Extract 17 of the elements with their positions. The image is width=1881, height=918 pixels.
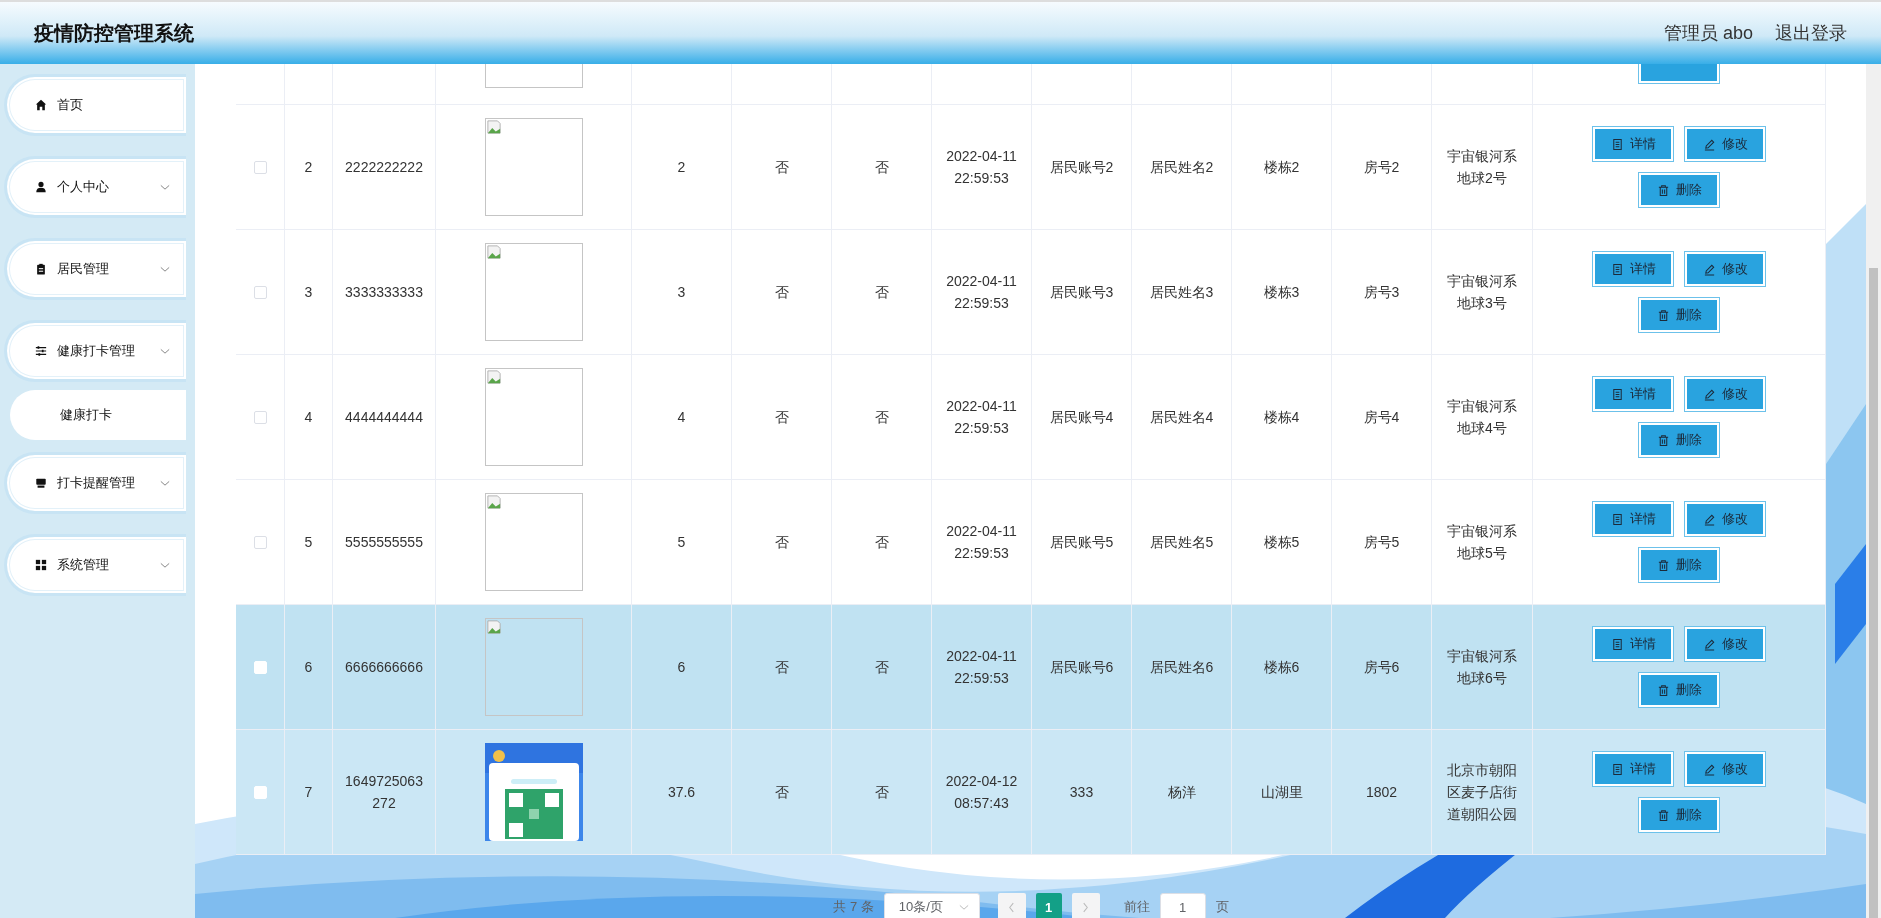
logout-link[interactable]: 退出登录	[1775, 21, 1847, 45]
person-icon	[35, 181, 47, 193]
clipboard-icon	[35, 263, 47, 275]
menu-item[interactable]: 系统管理	[4, 534, 186, 596]
app-title: 疫情防控管理系统	[34, 20, 194, 46]
menu-item[interactable]: 打卡提醒管理	[4, 452, 186, 514]
menu-item[interactable]: 个人中心	[4, 156, 186, 218]
home-icon	[35, 99, 47, 111]
menu-item[interactable]: 居民管理	[4, 238, 186, 300]
menu-item[interactable]: 首页	[4, 74, 186, 136]
scrollbar-thumb[interactable]	[1869, 268, 1878, 918]
sliders-icon	[35, 345, 47, 357]
user-name: 管理员 abo	[1663, 22, 1753, 45]
menu-item[interactable]: 健康打卡管理	[4, 320, 186, 382]
submenu-item[interactable]: 健康打卡	[10, 390, 186, 440]
monitor-icon	[35, 477, 47, 489]
grid-icon	[35, 559, 47, 571]
